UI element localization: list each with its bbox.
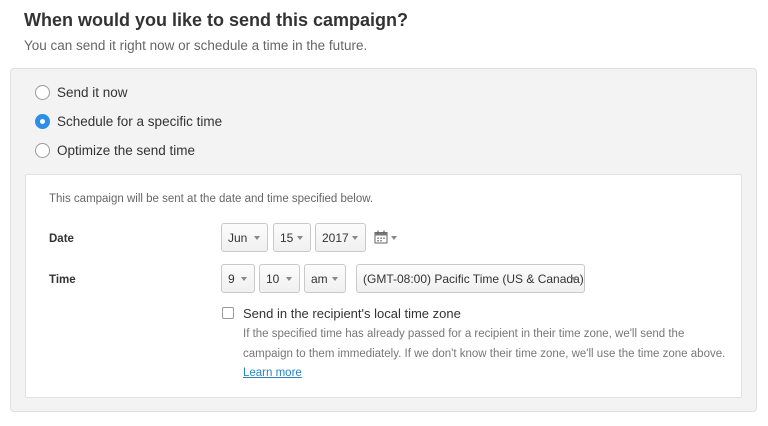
year-select[interactable]: 2017: [315, 223, 366, 252]
chevron-down-icon: [352, 236, 358, 240]
timezone-value: (GMT-08:00) Pacific Time (US & Canada): [363, 271, 584, 286]
local-timezone-help-line2: campaign to them immediately. If we don'…: [243, 348, 726, 360]
radio-label-optimize: Optimize the send time: [57, 143, 196, 158]
page-title: When would you like to send this campaig…: [24, 10, 409, 30]
ampm-select[interactable]: am: [304, 264, 346, 293]
learn-more-link[interactable]: Learn more: [243, 367, 302, 379]
schedule-description: This campaign will be sent at the date a…: [49, 193, 374, 205]
radio-label-send-now: Send it now: [57, 85, 128, 100]
calendar-icon: [374, 230, 388, 244]
page-subtitle: You can send it right now or schedule a …: [24, 38, 368, 53]
local-timezone-checkbox[interactable]: [222, 307, 234, 319]
day-value: 15: [280, 230, 294, 245]
radio-optimize[interactable]: Optimize the send time: [35, 143, 195, 158]
radio-send-now[interactable]: Send it now: [35, 85, 128, 100]
hour-value: 9: [228, 271, 235, 286]
chevron-down-icon: [297, 236, 303, 240]
radio-button-optimize[interactable]: [35, 143, 50, 158]
chevron-down-icon: [391, 236, 397, 240]
chevron-down-icon: [286, 277, 292, 281]
chevron-down-icon: [571, 277, 577, 281]
minute-value: 10: [266, 271, 280, 286]
month-value: Jun: [228, 230, 248, 245]
year-value: 2017: [322, 230, 349, 245]
schedule-box: This campaign will be sent at the date a…: [25, 174, 742, 398]
radio-label-schedule: Schedule for a specific time: [57, 114, 223, 129]
calendar-picker-button[interactable]: [374, 223, 397, 251]
ampm-value: am: [311, 271, 328, 286]
month-select[interactable]: Jun: [221, 223, 268, 252]
day-select[interactable]: 15: [273, 223, 311, 252]
radio-button-send-now[interactable]: [35, 85, 50, 100]
chevron-down-icon: [241, 277, 247, 281]
date-label: Date: [49, 233, 74, 245]
timezone-select[interactable]: (GMT-08:00) Pacific Time (US & Canada): [356, 264, 585, 293]
time-label: Time: [49, 274, 76, 286]
local-timezone-label: Send in the recipient's local time zone: [243, 306, 461, 321]
chevron-down-icon: [332, 277, 338, 281]
radio-schedule[interactable]: Schedule for a specific time: [35, 114, 222, 129]
radio-button-schedule[interactable]: [35, 114, 50, 129]
chevron-down-icon: [254, 236, 260, 240]
local-timezone-help-line1: If the specified time has already passed…: [243, 328, 685, 340]
hour-select[interactable]: 9: [221, 264, 255, 293]
minute-select[interactable]: 10: [259, 264, 300, 293]
